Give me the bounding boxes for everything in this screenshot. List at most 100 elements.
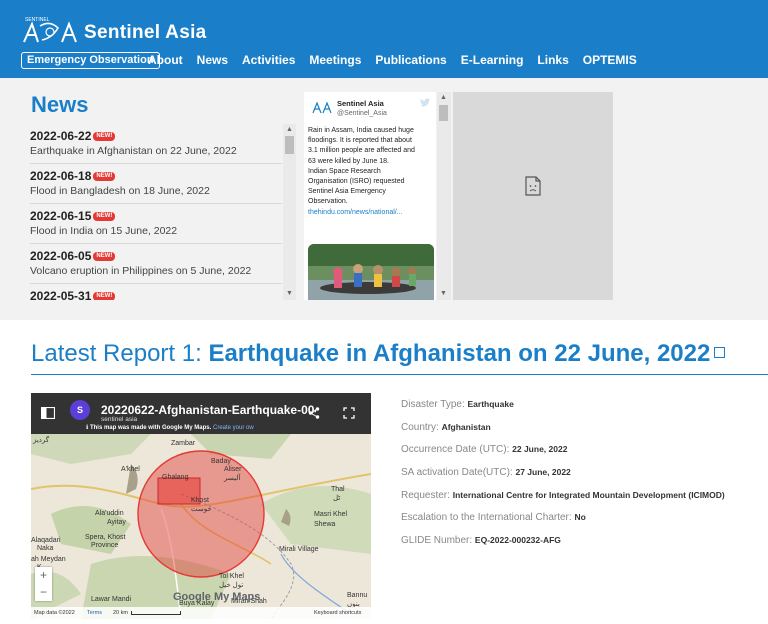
news-item[interactable]: 2022-06-22 NEW! Earthquake in Afghanistan… [30,124,282,164]
nav-e-learning[interactable]: E-Learning [461,53,524,67]
news-scrollbar[interactable]: ▲ ▼ [283,124,296,300]
map-label: Naka [37,545,54,552]
external-link-icon[interactable] [714,347,726,359]
map-label: Lawar Mandi [91,596,132,603]
zoom-in-button[interactable]: + [35,567,52,584]
scroll-down-icon[interactable]: ▼ [283,288,296,300]
detail-row: Requester: International Centre for Inte… [401,489,725,501]
map-label: Thal [331,486,345,493]
news-item[interactable]: 2022-06-18 NEW! Flood in Bangladesh on 18… [30,164,282,204]
google-my-maps-logo: Google My Maps [173,591,261,603]
map-label: Tol Khel [219,573,244,580]
tweet-text: Rain in Assam, India caused huge floodin… [308,126,434,218]
report-link[interactable]: Earthquake in Afghanistan on 22 June, 20… [208,340,710,367]
map-label: Ayitay [107,519,126,526]
map-label: Mirali Village [279,546,319,553]
news-item[interactable]: 2022-06-15 NEW! Flood in India on 15 June… [30,204,282,244]
news-item[interactable]: 2022-06-05 NEW! Volcano eruption in Phili… [30,244,282,284]
keyboard-shortcuts-link[interactable]: Keyboard shortcuts [314,607,361,619]
twitter-bird-icon[interactable] [420,98,430,107]
news-item[interactable]: 2022-05-31 NEW! [30,284,282,300]
news-date: 2022-06-15 [30,209,92,223]
google-my-map[interactable]: S 20220622-Afghanistan-Earthquake-00444 … [31,393,371,619]
new-badge: NEW! [93,131,116,141]
map-label: Masri Khel [314,511,348,518]
scroll-up-icon[interactable]: ▲ [437,92,450,104]
detail-row: Escalation to the International Charter:… [401,512,586,524]
map-data-credit: Map data ©2022 [34,610,75,616]
scroll-up-icon[interactable]: ▲ [283,124,296,136]
sentinel-asia-logo[interactable]: SENTINEL [22,14,78,44]
map-label: Spera, Khost [85,534,126,541]
nav-meetings[interactable]: Meetings [309,53,361,67]
map-toolbar: S 20220622-Afghanistan-Earthquake-00444 … [31,393,371,434]
nav-publications[interactable]: Publications [375,53,446,67]
nav-optemis[interactable]: OPTEMIS [583,53,637,67]
share-icon[interactable] [308,407,320,419]
news-list: 2022-06-22 NEW! Earthquake in Afghanistan… [30,124,282,300]
site-header: SENTINEL Sentinel Asia Emergency Observa… [0,0,768,78]
scroll-thumb[interactable] [285,136,294,154]
new-badge: NEW! [93,171,116,181]
sentinel-asia-avatar-icon[interactable] [312,100,332,114]
report-details: Disaster Type: Earthquake Country: Afgha… [401,399,768,558]
map-notice: ℹ This map was made with Google My Maps.… [86,425,254,431]
news-date: 2022-06-05 [30,249,92,263]
detail-row: Occurrence Date (UTC): 22 June, 2022 [401,444,568,456]
scroll-thumb[interactable] [439,105,448,121]
map-label: آلیسر [224,475,241,482]
create-map-link[interactable]: Create your ow [213,425,254,431]
detail-row: GLIDE Number: EQ-2022-000232-AFG [401,535,561,547]
zoom-out-button[interactable]: − [35,584,52,601]
map-label: گردیز [33,437,50,444]
news-link[interactable]: Earthquake in Afghanistan on 22 June, 20… [30,145,282,157]
map-legend-icon[interactable] [41,407,55,419]
map-owner: sentinel asia [101,416,138,423]
map-terms-link[interactable]: Terms [87,607,102,619]
news-link[interactable]: Flood in Bangladesh on 18 June, 2022 [30,185,282,197]
nav-about[interactable]: About [148,53,183,67]
map-label: Ghalang [162,474,189,481]
news-date: 2022-06-22 [30,129,92,143]
tweet-flood-photo[interactable] [308,244,434,300]
emergency-observation-badge[interactable]: Emergency Observation [21,52,160,69]
new-badge: NEW! [93,211,116,221]
latest-report-title: Latest Report 1: Earthquake in Afghanist… [31,340,726,368]
map-title[interactable]: 20220622-Afghanistan-Earthquake-00444 [101,403,316,417]
map-label: A'khel [121,466,140,473]
map-owner-avatar[interactable]: S [70,400,90,420]
tweet-author-name[interactable]: Sentinel Asia [337,99,384,108]
map-label: ٹل [333,495,341,502]
new-badge: NEW! [93,291,116,300]
news-link[interactable]: Flood in India on 15 June, 2022 [30,225,282,237]
site-name[interactable]: Sentinel Asia [84,22,207,44]
tweet-scrollbar[interactable]: ▲ ▼ [437,92,451,300]
nav-activities[interactable]: Activities [242,53,295,67]
scroll-down-icon[interactable]: ▼ [437,288,450,300]
detail-row: SA activation Date(UTC): 27 June, 2022 [401,467,571,479]
map-label: تول خیل [219,582,244,589]
map-label: Aliser [224,466,242,473]
detail-row: Disaster Type: Earthquake [401,399,514,410]
new-badge: NEW! [93,251,116,261]
nav-links[interactable]: Links [537,53,568,67]
main-nav: About News Activities Meetings Publicati… [148,53,651,67]
fullscreen-icon[interactable] [343,407,355,419]
map-label: Shewa [314,521,336,528]
map-label: Bannu [347,592,368,599]
nav-news[interactable]: News [197,53,228,67]
broken-page-icon [525,176,541,196]
news-date: 2022-06-18 [30,169,92,183]
map-scale-bar [131,611,181,615]
map-label: Zambar [171,440,196,447]
news-link[interactable]: Volcano eruption in Philippines on 5 Jun… [30,265,282,277]
map-label: خوست [191,506,212,513]
map-label: Khost [191,497,209,504]
tweet-link[interactable]: thehindu.com/news/national/... [308,208,434,218]
map-zoom-control: + − [35,567,52,601]
map-label: ah Meydan [31,556,66,563]
detail-row: Country: Afghanistan [401,421,491,433]
map-footer: Map data ©2022 Terms 20 km Keyboard shor… [31,607,371,619]
tweet-author-handle[interactable]: @Sentinel_Asia [337,110,387,117]
map-label: Baday [211,458,231,465]
